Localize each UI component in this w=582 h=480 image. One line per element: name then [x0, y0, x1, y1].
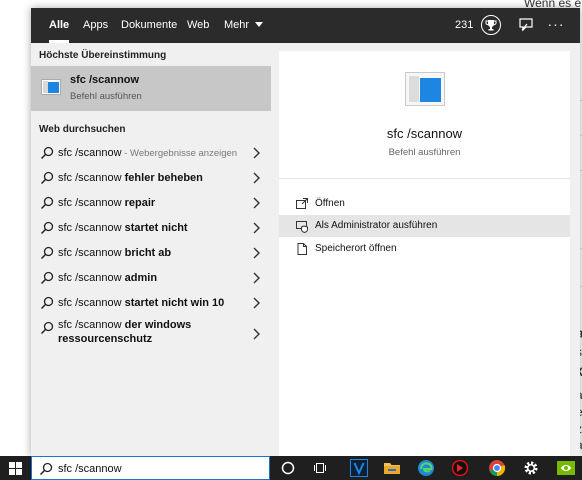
web-result-item[interactable]: sfc /scannow admin	[31, 266, 271, 291]
open-icon	[296, 198, 308, 209]
web-result-query: sfc /scannow	[58, 297, 125, 309]
best-match-subtitle: Befehl ausführen	[70, 91, 142, 102]
file-explorer-icon[interactable]	[376, 456, 408, 480]
trophy-icon[interactable]	[481, 15, 501, 35]
tab-label: Mehr	[224, 19, 250, 31]
best-match-heading: Höchste Übereinstimmung	[39, 50, 167, 61]
search-icon	[40, 296, 54, 310]
chevron-right-icon	[253, 222, 260, 234]
chevron-right-icon	[253, 247, 260, 259]
web-result-suggestion: admin	[124, 272, 158, 284]
action-open-file-location[interactable]: Speicherort öffnen	[279, 238, 570, 260]
action-open[interactable]: Öffnen	[279, 193, 570, 215]
chevron-down-icon	[255, 22, 264, 28]
search-icon	[40, 271, 54, 285]
tab-documents[interactable]: Dokumente	[113, 8, 185, 43]
search-icon	[40, 171, 54, 185]
chevron-right-icon	[253, 147, 260, 159]
best-match-item[interactable]: sfc /scannow Befehl ausführen	[31, 66, 271, 111]
tab-more[interactable]: Mehr	[216, 8, 271, 43]
action-label: Speicherort öffnen	[315, 243, 397, 254]
search-icon	[39, 462, 53, 476]
web-result-query: sfc /scannow	[58, 247, 125, 259]
start-search-panel: Alle Apps Dokumente Web Mehr 231 ··· Höc…	[31, 8, 580, 456]
web-result-item[interactable]: sfc /scannow startet nicht	[31, 216, 271, 241]
web-result-item[interactable]: sfc /scannow bricht ab	[31, 241, 271, 266]
tab-all[interactable]: Alle	[41, 8, 77, 43]
chevron-right-icon	[253, 272, 260, 284]
web-result-suggestion: startet nicht win 10	[124, 297, 225, 309]
chevron-right-icon	[253, 197, 260, 209]
action-label: Öffnen	[315, 198, 345, 209]
web-result-query: sfc /scannow	[58, 197, 125, 209]
settings-gear-icon[interactable]	[515, 456, 547, 480]
chevron-right-icon	[253, 172, 260, 184]
search-icon	[40, 246, 54, 260]
web-result-item[interactable]: sfc /scannow der windows ressourcenschut…	[31, 316, 271, 354]
red-app-icon[interactable]	[444, 456, 476, 480]
action-label: Als Administrator ausführen	[315, 220, 438, 231]
web-result-suggestion: repair	[124, 197, 156, 209]
best-match-title: sfc /scannow	[70, 74, 140, 86]
command-app-icon	[41, 79, 61, 95]
tab-label: Dokumente	[121, 19, 178, 31]
search-icon	[40, 196, 54, 210]
admin-shield-icon	[296, 221, 308, 233]
web-result-item[interactable]: sfc /scannow startet nicht win 10	[31, 291, 271, 316]
tab-label: Web	[187, 19, 210, 31]
search-input[interactable]	[58, 460, 258, 477]
vegas-icon[interactable]	[343, 456, 375, 480]
web-result-query: sfc /scannow	[58, 272, 125, 284]
web-result-suggestion: bricht ab	[124, 247, 172, 259]
web-result-hint: - Webergebnisse anzeigen	[121, 148, 238, 159]
cortana-icon[interactable]	[272, 456, 304, 480]
preview-title: sfc /scannow	[386, 126, 463, 141]
nvidia-icon[interactable]	[550, 456, 582, 480]
web-result-query: sfc /scannow	[58, 147, 122, 159]
action-run-as-admin[interactable]: Als Administrator ausführen	[279, 215, 570, 237]
web-search-heading: Web durchsuchen	[39, 124, 126, 135]
feedback-icon[interactable]	[517, 16, 535, 34]
web-result-query: sfc /scannow	[58, 172, 125, 184]
web-result-suggestion: fehler beheben	[124, 172, 203, 184]
preview-divider	[279, 178, 570, 179]
search-filter-bar: Alle Apps Dokumente Web Mehr 231 ···	[31, 8, 580, 43]
tab-label: Apps	[83, 19, 109, 31]
more-options-icon[interactable]: ···	[543, 8, 569, 43]
web-result-query: sfc /scannow	[58, 319, 125, 331]
tab-label: Alle	[49, 19, 70, 31]
file-location-icon	[297, 243, 307, 255]
web-result-item[interactable]: sfc /scannow fehler beheben	[31, 166, 271, 191]
web-result-query: sfc /scannow	[58, 222, 125, 234]
rewards-points: 231	[455, 19, 474, 31]
command-app-large-icon	[405, 72, 445, 106]
search-icon	[40, 146, 54, 160]
preview-pane: sfc /scannow Befehl ausführen Öffnen Als…	[279, 51, 570, 456]
task-view-icon[interactable]	[304, 456, 336, 480]
web-result-item[interactable]: sfc /scannow - Webergebnisse anzeigen	[31, 141, 271, 166]
results-list: Höchste Übereinstimmung sfc /scannow Bef…	[31, 43, 271, 456]
chevron-right-icon	[253, 328, 260, 340]
tab-apps[interactable]: Apps	[75, 8, 116, 43]
taskbar-search-box	[31, 456, 270, 480]
web-result-suggestion: startet nicht	[124, 222, 188, 234]
taskbar	[0, 456, 582, 480]
chevron-right-icon	[253, 297, 260, 309]
search-icon	[40, 321, 54, 335]
edge-icon[interactable]	[410, 456, 442, 480]
windows-start-icon[interactable]	[0, 456, 31, 480]
search-icon	[40, 221, 54, 235]
web-result-item[interactable]: sfc /scannow repair	[31, 191, 271, 216]
chrome-icon[interactable]	[481, 456, 513, 480]
tab-web[interactable]: Web	[179, 8, 217, 43]
preview-subtitle: Befehl ausführen	[388, 147, 461, 158]
